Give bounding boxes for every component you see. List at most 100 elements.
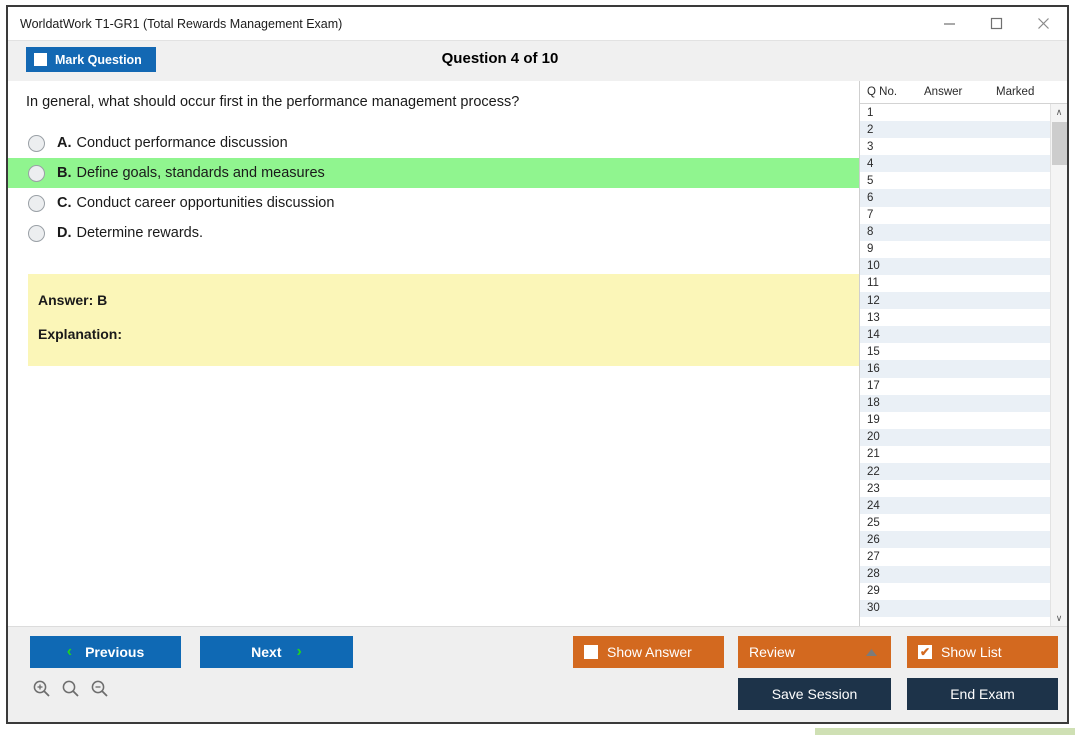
question-list-row[interactable]: 19 [860, 411, 1050, 429]
question-list-row[interactable]: 12 [860, 292, 1050, 310]
option-text-a: Conduct performance discussion [76, 135, 288, 151]
cell-question-number: 2 [867, 123, 874, 136]
question-list-row[interactable]: 1 [860, 104, 1050, 122]
minimize-button[interactable] [926, 7, 973, 40]
radio-icon-c[interactable] [28, 194, 45, 212]
question-list-row[interactable]: 21 [860, 445, 1050, 463]
cell-question-number: 27 [867, 550, 880, 563]
title-bar: WorldatWork T1-GR1 (Total Rewards Manage… [8, 7, 1067, 40]
question-list-row[interactable]: 24 [860, 497, 1050, 515]
desktop-sliver [815, 728, 1075, 735]
cell-question-number: 26 [867, 533, 880, 546]
maximize-button[interactable] [973, 7, 1020, 40]
show-answer-checkbox-icon[interactable] [584, 645, 598, 659]
question-list-row[interactable]: 3 [860, 138, 1050, 156]
question-list-row[interactable]: 22 [860, 462, 1050, 481]
option-letter-c: C. [57, 195, 72, 211]
radio-icon-a[interactable] [28, 134, 45, 152]
show-list-button[interactable]: ✔ Show List [907, 636, 1058, 668]
cell-question-number: 17 [867, 380, 880, 393]
scroll-down-arrow-icon[interactable]: ∨ [1051, 610, 1067, 627]
cell-question-number: 11 [867, 277, 879, 290]
question-list-scrollbar[interactable]: ∧ ∨ [1050, 104, 1067, 627]
option-letter-b: B. [57, 165, 72, 181]
question-list-row[interactable]: 26 [860, 531, 1050, 549]
option-row-d[interactable]: D. Determine rewards. [8, 218, 859, 248]
zoom-out-icon[interactable] [90, 679, 109, 703]
question-list-row[interactable]: 25 [860, 514, 1050, 532]
next-label: Next [251, 644, 282, 660]
answer-text: Answer: B [38, 292, 108, 308]
question-list-row[interactable]: 2 [860, 121, 1050, 139]
cell-question-number: 20 [867, 431, 880, 444]
question-list-row[interactable]: 4 [860, 155, 1050, 173]
question-list-row[interactable]: 15 [860, 343, 1050, 361]
cell-question-number: 14 [867, 328, 880, 341]
question-list-row[interactable]: 11 [860, 274, 1050, 293]
show-answer-button[interactable]: Show Answer [573, 636, 724, 668]
end-exam-button[interactable]: End Exam [907, 678, 1058, 710]
cell-question-number: 28 [867, 568, 880, 581]
review-label: Review [749, 644, 795, 660]
review-dropdown-button[interactable]: Review [738, 636, 891, 668]
save-session-button[interactable]: Save Session [738, 678, 891, 710]
scrollbar-thumb[interactable] [1052, 122, 1067, 165]
cell-question-number: 13 [867, 311, 880, 324]
answer-options-list: A. Conduct performance discussion B. Def… [8, 128, 859, 248]
question-list-row[interactable]: 9 [860, 240, 1050, 258]
cell-question-number: 8 [867, 226, 874, 239]
question-list-scroll-area: 1 2 3 4 5 6 7 8 9 10 11 12 13 14 15 16 17 18 19 20 21 22 23 24 2… [860, 104, 1067, 627]
cell-question-number: 29 [867, 585, 880, 598]
scroll-up-arrow-icon[interactable]: ∧ [1051, 104, 1067, 121]
question-list-row[interactable]: 13 [860, 309, 1050, 327]
cell-question-number: 18 [867, 397, 880, 410]
option-row-b[interactable]: B. Define goals, standards and measures [8, 158, 859, 188]
question-list-row[interactable]: 20 [860, 428, 1050, 446]
show-list-checkbox-icon[interactable]: ✔ [918, 645, 932, 659]
option-row-c[interactable]: C. Conduct career opportunities discussi… [8, 188, 859, 218]
zoom-controls [32, 679, 109, 703]
zoom-reset-icon[interactable] [61, 679, 80, 703]
option-letter-d: D. [57, 225, 72, 241]
cell-question-number: 12 [867, 294, 880, 307]
question-list-row[interactable]: 28 [860, 565, 1050, 583]
question-list-row[interactable]: 29 [860, 582, 1050, 600]
column-header-qno: Q No. [867, 86, 898, 98]
question-list-row[interactable]: 23 [860, 480, 1050, 498]
radio-icon-b[interactable] [28, 164, 45, 182]
bottom-toolbar: ‹ Previous Next › Show Answer Review ✔ S… [8, 626, 1067, 722]
question-list-row[interactable]: 17 [860, 377, 1050, 395]
next-button[interactable]: Next › [200, 636, 353, 668]
window-title: WorldatWork T1-GR1 (Total Rewards Manage… [20, 16, 343, 31]
cell-question-number: 9 [867, 243, 874, 256]
question-list-row[interactable]: 7 [860, 206, 1050, 224]
previous-button[interactable]: ‹ Previous [30, 636, 181, 668]
question-list-row[interactable]: 16 [860, 360, 1050, 378]
question-list-row[interactable]: 27 [860, 548, 1050, 566]
cell-question-number: 10 [867, 260, 880, 273]
question-list-row[interactable]: 18 [860, 394, 1050, 412]
radio-icon-d[interactable] [28, 224, 45, 242]
cell-question-number: 4 [867, 157, 874, 170]
caret-up-icon [866, 648, 877, 656]
question-list-row[interactable]: 8 [860, 223, 1050, 241]
cell-question-number: 22 [867, 465, 880, 478]
question-list-row[interactable]: 5 [860, 172, 1050, 190]
option-row-a[interactable]: A. Conduct performance discussion [8, 128, 859, 158]
close-button[interactable] [1020, 7, 1067, 40]
question-list-header: Q No. Answer Marked [860, 81, 1067, 104]
question-pane: In general, what should occur first in t… [8, 81, 859, 626]
question-list-row[interactable]: 30 [860, 599, 1050, 617]
explanation-text: Explanation: [38, 326, 123, 342]
column-header-answer: Answer [924, 86, 963, 98]
zoom-in-icon[interactable] [32, 679, 51, 703]
question-list-row[interactable]: 10 [860, 257, 1050, 275]
chevron-left-icon: ‹ [66, 643, 73, 660]
question-list-row[interactable]: 14 [860, 326, 1050, 344]
question-stem: In general, what should occur first in t… [26, 94, 520, 110]
answer-explanation-box: Answer: B Explanation: [28, 274, 859, 366]
option-letter-a: A. [57, 135, 72, 151]
cell-question-number: 7 [867, 209, 874, 222]
question-list-row[interactable]: 6 [860, 189, 1050, 207]
previous-label: Previous [85, 644, 145, 660]
